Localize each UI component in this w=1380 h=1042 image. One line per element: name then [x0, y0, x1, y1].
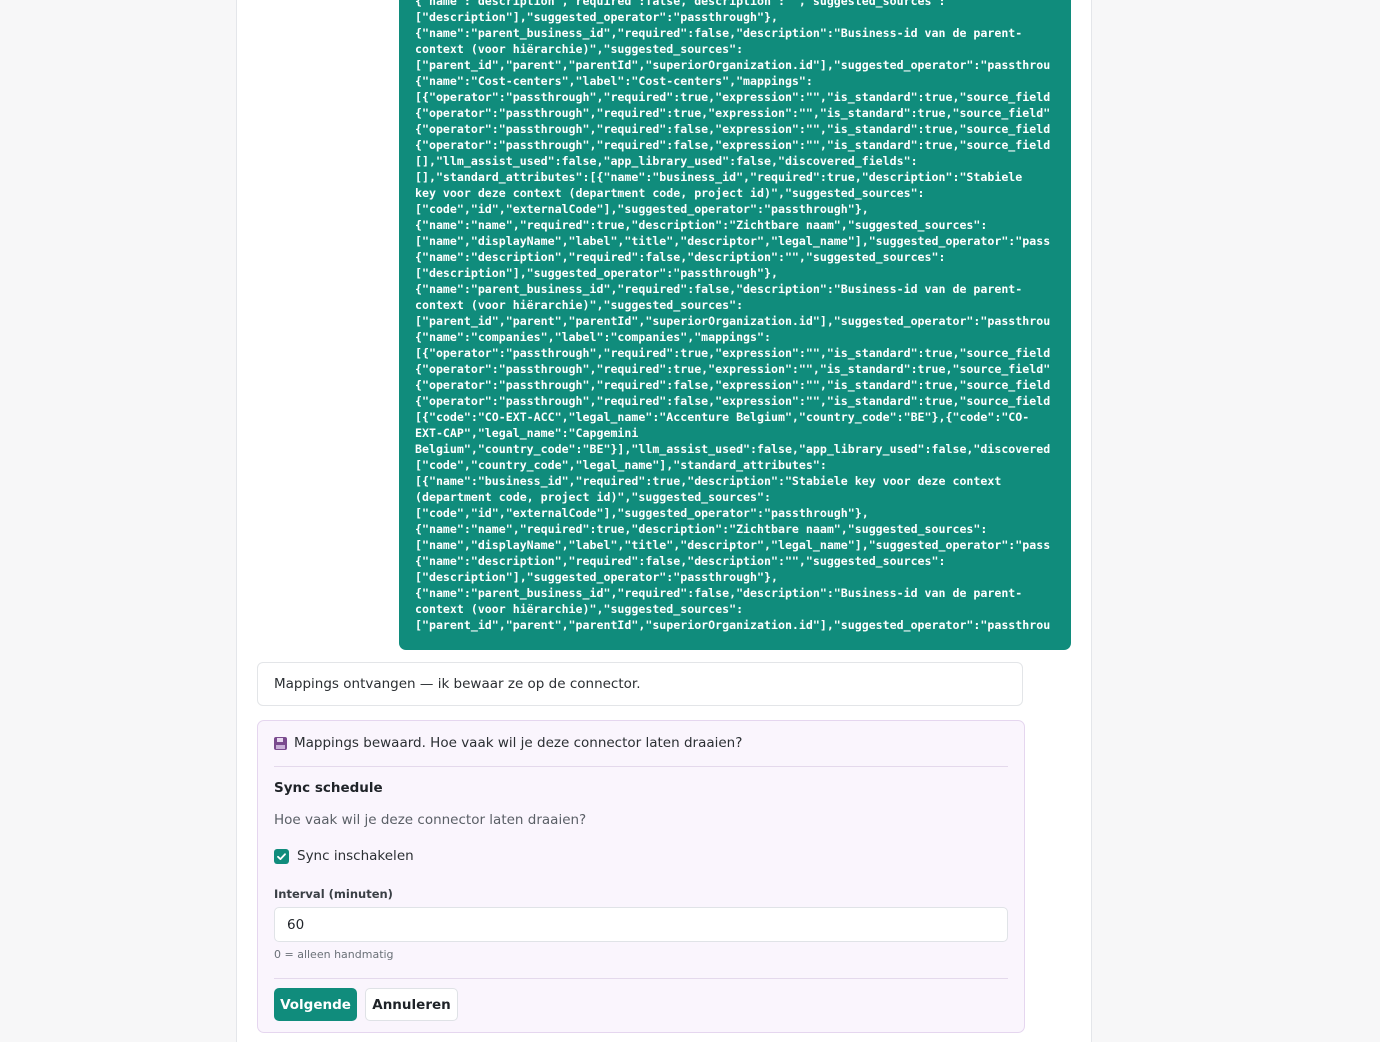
- interval-hint: 0 = alleen handmatig: [274, 948, 394, 961]
- interval-label: Interval (minuten): [274, 887, 393, 901]
- footer-divider: [274, 978, 1008, 979]
- card-header: Mappings bewaard. Hoe vaak wil je deze c…: [274, 735, 742, 751]
- sync-schedule-card: Mappings bewaard. Hoe vaak wil je deze c…: [257, 720, 1025, 1033]
- header-divider: [274, 766, 1008, 767]
- check-icon: [277, 852, 286, 860]
- chat-page: {"name":"description","required":false,"…: [0, 0, 1380, 1042]
- card-header-text: Mappings bewaard. Hoe vaak wil je deze c…: [294, 735, 743, 751]
- user-json-message: {"name":"description","required":false,"…: [399, 0, 1071, 650]
- sync-enable-label: Sync inschakelen: [297, 848, 414, 864]
- section-description: Hoe vaak wil je deze connector laten dra…: [274, 812, 587, 828]
- next-button[interactable]: Volgende: [274, 988, 357, 1021]
- sync-enable-checkbox[interactable]: [274, 848, 289, 864]
- assistant-message: Mappings ontvangen — ik bewaar ze op de …: [257, 662, 1023, 706]
- json-payload-text: {"name":"description","required":false,"…: [415, 0, 1051, 632]
- cancel-button[interactable]: Annuleren: [365, 988, 458, 1021]
- floppy-disk-icon: [274, 736, 287, 750]
- assistant-message-text: Mappings ontvangen — ik bewaar ze op de …: [274, 676, 641, 692]
- interval-input[interactable]: [274, 907, 1008, 942]
- section-title: Sync schedule: [274, 780, 383, 796]
- sync-enable-toggle[interactable]: Sync inschakelen: [274, 848, 414, 864]
